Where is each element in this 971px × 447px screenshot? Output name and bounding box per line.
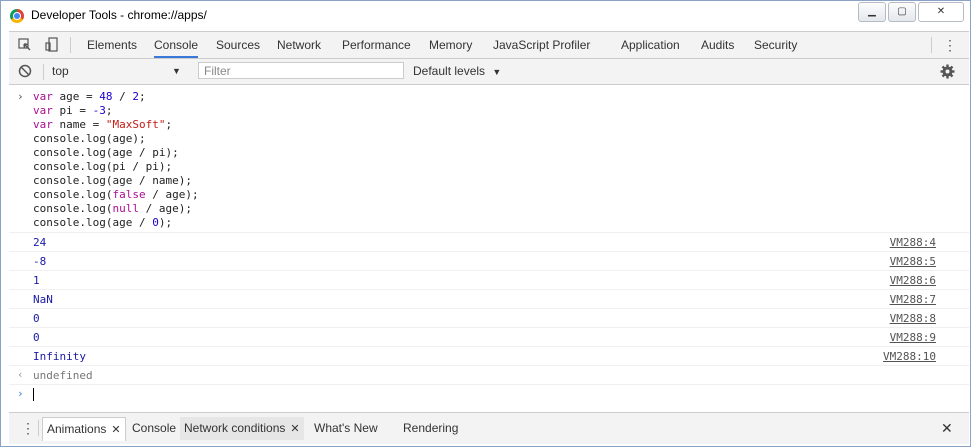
log-row: Infinity VM288:10	[9, 346, 969, 366]
log-row: 24 VM288:4	[9, 232, 969, 252]
log-value: Infinity	[33, 350, 86, 363]
log-row: 1 VM288:6	[9, 270, 969, 290]
source-link[interactable]: VM288:9	[890, 331, 936, 344]
result-icon: ‹	[17, 368, 24, 381]
code-line: console.log(null / age);	[33, 202, 192, 215]
code-line: var name = "MaxSoft";	[33, 118, 173, 131]
tab-network[interactable]: Network	[277, 32, 321, 58]
result-row: ‹ undefined	[9, 365, 969, 385]
source-link[interactable]: VM288:4	[890, 236, 936, 249]
close-icon[interactable]: ✕	[290, 423, 299, 435]
prompt-icon: ›	[17, 90, 24, 103]
drawer-tab-whats-new[interactable]: What's New	[314, 417, 378, 440]
toolbar-separator	[43, 64, 44, 80]
drawer-tab-label: Network conditions	[184, 421, 286, 435]
code-line: console.log(age / name);	[33, 174, 192, 187]
window-title: Developer Tools - chrome://apps/	[31, 8, 207, 22]
log-value: 0	[33, 331, 40, 344]
drawer-tab-rendering[interactable]: Rendering	[403, 417, 458, 440]
drawer-tab-label: Animations	[47, 422, 107, 436]
source-link[interactable]: VM288:8	[890, 312, 936, 325]
drawer-tabs: ⋮ Animations ✕ Console Network conditions…	[9, 412, 969, 444]
window-border	[1, 30, 9, 446]
gear-icon[interactable]	[940, 64, 955, 79]
input-caret	[33, 388, 34, 401]
log-value: -8	[33, 255, 47, 268]
log-levels-label: Default levels	[413, 64, 486, 78]
console-toolbar: top ▼ Filter Default levels ▼	[9, 59, 969, 85]
code-line: console.log(age / 0);	[33, 216, 173, 229]
log-value: 1	[33, 274, 40, 287]
minimize-button[interactable]: ▁	[858, 2, 886, 22]
log-row: 0 VM288:9	[9, 327, 969, 347]
close-icon[interactable]: ✕	[941, 417, 953, 440]
log-row: 0 VM288:8	[9, 308, 969, 328]
log-row: NaN VM288:7	[9, 289, 969, 309]
maximize-button[interactable]: ▢	[888, 2, 916, 22]
tab-performance[interactable]: Performance	[342, 32, 411, 58]
chrome-icon	[10, 9, 24, 23]
log-value: 0	[33, 312, 40, 325]
context-selector[interactable]: top	[52, 59, 69, 84]
tab-sources[interactable]: Sources	[216, 32, 260, 58]
result-value: undefined	[33, 369, 93, 382]
code-line: var pi = -3;	[33, 104, 113, 117]
tab-security[interactable]: Security	[754, 32, 797, 58]
tab-javascript-profiler[interactable]: JavaScript Profiler	[493, 32, 590, 58]
console-output[interactable]: › var age = 48 / 2; var pi = -3; var name …	[9, 85, 969, 411]
more-icon[interactable]: ⋮	[943, 32, 957, 58]
dropdown-icon[interactable]: ▼	[172, 59, 181, 84]
title-bar: Developer Tools - chrome://apps/ ▁ ▢ ✕	[1, 1, 970, 30]
dropdown-icon: ▼	[492, 67, 502, 77]
inspect-icon[interactable]	[18, 38, 32, 52]
tab-memory[interactable]: Memory	[429, 32, 472, 58]
filter-input[interactable]: Filter	[198, 62, 404, 79]
drawer-tab-console[interactable]: Console	[132, 417, 176, 440]
close-window-button[interactable]: ✕	[918, 2, 964, 22]
tab-separator	[70, 37, 71, 53]
tab-application[interactable]: Application	[621, 32, 680, 58]
more-icon[interactable]: ⋮	[21, 417, 35, 440]
log-value: NaN	[33, 293, 53, 306]
source-link[interactable]: VM288:10	[883, 350, 936, 363]
code-line: console.log(pi / pi);	[33, 160, 173, 173]
source-link[interactable]: VM288:7	[890, 293, 936, 306]
log-value: 24	[33, 236, 47, 249]
tab-separator	[931, 37, 932, 53]
device-icon[interactable]	[45, 37, 59, 52]
close-icon[interactable]: ✕	[111, 424, 120, 436]
code-line: console.log(age / pi);	[33, 146, 179, 159]
panel-tabs: Elements Console Sources Network Perform…	[9, 31, 969, 59]
tab-elements[interactable]: Elements	[87, 32, 137, 58]
source-link[interactable]: VM288:5	[890, 255, 936, 268]
drawer-separator	[38, 420, 39, 436]
window-controls: ▁ ▢ ✕	[858, 2, 964, 22]
code-line: console.log(false / age);	[33, 188, 199, 201]
log-row: -8 VM288:5	[9, 251, 969, 271]
log-levels-dropdown[interactable]: Default levels ▼	[413, 59, 501, 84]
devtools-window: Developer Tools - chrome://apps/ ▁ ▢ ✕ E…	[0, 0, 971, 447]
tab-audits[interactable]: Audits	[701, 32, 734, 58]
drawer-tab-network-conditions[interactable]: Network conditions ✕	[180, 417, 304, 440]
tab-console[interactable]: Console	[154, 32, 199, 58]
drawer-tab-animations[interactable]: Animations ✕	[42, 417, 126, 441]
code-line: var age = 48 / 2;	[33, 90, 146, 103]
prompt-icon: ›	[17, 387, 24, 400]
clear-icon[interactable]	[18, 64, 32, 78]
source-link[interactable]: VM288:6	[890, 274, 936, 287]
input-row[interactable]: ›	[9, 384, 969, 404]
code-line: console.log(age);	[33, 132, 146, 145]
